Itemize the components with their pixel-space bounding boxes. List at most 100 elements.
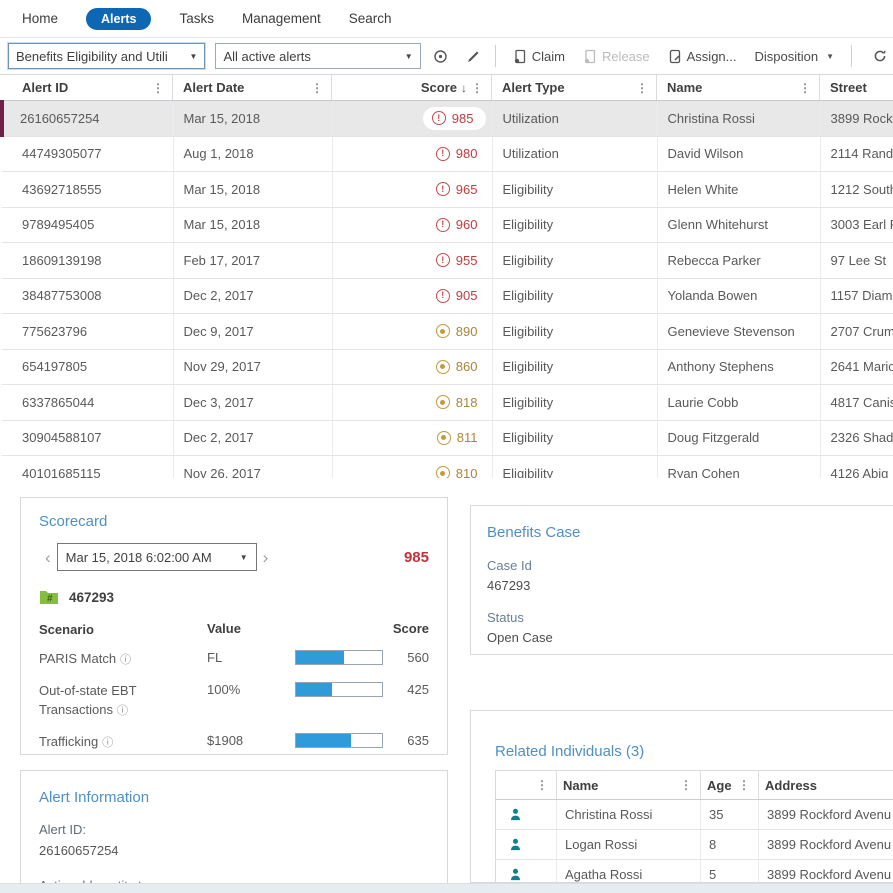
individual-address-cell: 3899 Rockford Avenu <box>759 860 893 884</box>
column-header-age[interactable]: Age⋮ <box>701 771 759 800</box>
benefits-case-title[interactable]: Benefits Case <box>487 524 580 541</box>
score-badge: 955 <box>428 250 486 271</box>
queue-filter-value: Benefits Eligibility and Utili <box>16 49 168 64</box>
column-menu-icon[interactable]: ⋮ <box>150 81 166 95</box>
alert-row[interactable]: 30904588107 Dec 2, 2017 811 Eligibility … <box>2 420 893 456</box>
column-menu-icon[interactable]: ⋮ <box>678 778 694 792</box>
case-folder-icon: # <box>39 589 59 605</box>
alert-id-cell: 654197805 <box>2 349 173 385</box>
person-icon-cell <box>496 800 557 830</box>
score-value: 810 <box>456 466 478 478</box>
alert-score-cell: 985 <box>332 101 492 137</box>
column-header-name[interactable]: Name⋮ <box>657 75 820 101</box>
alert-street-cell: 4126 Abig <box>820 456 893 479</box>
view-filter-select[interactable]: All active alerts ▼ <box>215 43 420 69</box>
nav-item[interactable]: Tasks <box>179 11 214 26</box>
scenario-row: Traffickingⓘ $1908 635 <box>39 733 429 752</box>
chevron-right-icon[interactable]: › <box>257 549 275 566</box>
disposition-button[interactable]: Disposition ▼ <box>755 49 835 64</box>
column-menu-icon[interactable]: ⋮ <box>534 778 550 792</box>
alert-id-label: Alert ID: <box>39 822 429 837</box>
alert-street-cell: 2707 Crum <box>820 314 893 350</box>
scorecard-title[interactable]: Scorecard <box>39 513 107 530</box>
alert-id-cell: 44749305077 <box>2 136 173 172</box>
alert-date-cell: Mar 15, 2018 <box>173 101 332 137</box>
horizontal-scrollbar-track[interactable] <box>0 883 893 893</box>
snapshot-select[interactable]: Mar 15, 2018 6:02:00 AM ▼ <box>57 543 257 571</box>
column-menu-icon[interactable]: ⋮ <box>309 81 325 95</box>
scorecard-case-id: 467293 <box>69 590 114 605</box>
column-header-name[interactable]: Name⋮ <box>557 771 701 800</box>
chevron-left-icon[interactable]: ‹ <box>39 549 57 566</box>
alert-row[interactable]: 38487753008 Dec 2, 2017 905 Eligibility … <box>2 278 893 314</box>
individual-row[interactable]: Logan Rossi 8 3899 Rockford Avenu <box>496 830 893 860</box>
info-icon[interactable]: ⓘ <box>120 654 131 666</box>
alert-score-cell: 960 <box>332 207 492 243</box>
edit-pencil-icon[interactable] <box>460 43 487 69</box>
score-badge: 818 <box>428 392 486 413</box>
nav-item[interactable]: Search <box>349 11 392 26</box>
alert-row[interactable]: 26160657254 Mar 15, 2018 985 Utilization… <box>2 101 893 137</box>
snapshot-value: Mar 15, 2018 6:02:00 AM <box>66 550 212 565</box>
refresh-icon[interactable] <box>866 43 893 69</box>
alert-row[interactable]: 9789495405 Mar 15, 2018 960 Eligibility … <box>2 207 893 243</box>
claim-button[interactable]: Claim <box>513 49 565 64</box>
nav-item[interactable]: Home <box>22 11 58 26</box>
column-menu-icon[interactable]: ⋮ <box>797 81 813 95</box>
column-header-alert-type[interactable]: Alert Type⋮ <box>492 75 657 101</box>
column-menu-icon[interactable]: ⋮ <box>634 81 650 95</box>
related-individuals-title[interactable]: Related Individuals (3) <box>495 743 893 760</box>
individual-name-cell: Agatha Rossi <box>557 860 701 884</box>
alert-details-icon[interactable] <box>427 43 454 69</box>
assign-button[interactable]: Assign... <box>668 49 737 64</box>
queue-filter-select[interactable]: Benefits Eligibility and Utili ▼ <box>8 43 205 69</box>
alert-type-cell: Eligibility <box>492 207 657 243</box>
scenario-name: Traffickingⓘ <box>39 733 207 752</box>
alert-row[interactable]: 18609139198 Feb 17, 2017 955 Eligibility… <box>2 243 893 279</box>
column-header-address[interactable]: Address <box>759 771 893 800</box>
alert-type-cell: Eligibility <box>492 349 657 385</box>
alert-row[interactable]: 6337865044 Dec 3, 2017 818 Eligibility L… <box>2 385 893 421</box>
alerts-grid: Alert ID⋮ Alert Date⋮ Score↓⋮ Alert Type… <box>0 75 893 478</box>
column-header-alert-id[interactable]: Alert ID⋮ <box>2 75 173 101</box>
column-header-street[interactable]: Street <box>820 75 893 101</box>
nav-item[interactable]: Alerts <box>86 8 151 30</box>
alert-id-cell: 30904588107 <box>2 420 173 456</box>
scenario-value: 100% <box>207 682 295 697</box>
score-bar <box>295 733 383 748</box>
alert-row[interactable]: 654197805 Nov 29, 2017 860 Eligibility A… <box>2 349 893 385</box>
release-button[interactable]: Release <box>583 49 650 64</box>
alert-name-cell: Genevieve Stevenson <box>657 314 820 350</box>
info-icon[interactable]: ⓘ <box>102 737 113 749</box>
chevron-down-icon: ▼ <box>240 553 248 562</box>
alert-name-cell: Glenn Whitehurst <box>657 207 820 243</box>
individual-row[interactable]: Agatha Rossi 5 3899 Rockford Avenu <box>496 860 893 884</box>
alert-row[interactable]: 775623796 Dec 9, 2017 890 Eligibility Ge… <box>2 314 893 350</box>
alert-score-cell: 818 <box>332 385 492 421</box>
info-icon[interactable]: ⓘ <box>117 705 128 717</box>
individual-age-cell: 35 <box>701 800 759 830</box>
scorecard-total-score: 985 <box>404 549 429 566</box>
score-value: 985 <box>452 111 474 126</box>
scorecard-snapshot-nav: ‹ Mar 15, 2018 6:02:00 AM ▼ › 985 <box>39 543 429 571</box>
column-header-drag[interactable]: ⋮ <box>496 771 557 800</box>
alert-row[interactable]: 44749305077 Aug 1, 2018 980 Utilization … <box>2 136 893 172</box>
score-badge: 905 <box>428 285 486 306</box>
severity-icon <box>436 324 450 338</box>
column-header-alert-date[interactable]: Alert Date⋮ <box>173 75 332 101</box>
alert-id-cell: 9789495405 <box>2 207 173 243</box>
nav-item[interactable]: Management <box>242 11 321 26</box>
score-value: 890 <box>456 324 478 339</box>
column-menu-icon[interactable]: ⋮ <box>469 81 485 95</box>
alert-name-cell: Yolanda Bowen <box>657 278 820 314</box>
alert-information-title[interactable]: Alert Information <box>39 789 149 806</box>
column-menu-icon[interactable]: ⋮ <box>736 778 752 792</box>
alert-information-panel: Alert Information Alert ID: 26160657254 … <box>20 770 448 893</box>
individual-row[interactable]: Christina Rossi 35 3899 Rockford Avenu <box>496 800 893 830</box>
alert-id-cell: 26160657254 <box>2 101 173 137</box>
alert-row[interactable]: 43692718555 Mar 15, 2018 965 Eligibility… <box>2 172 893 208</box>
view-filter-value: All active alerts <box>223 49 310 64</box>
column-header-score[interactable]: Score↓⋮ <box>332 75 492 101</box>
alert-score-cell: 810 <box>332 456 492 479</box>
alert-row[interactable]: 40101685115 Nov 26, 2017 810 Eligibility… <box>2 456 893 479</box>
